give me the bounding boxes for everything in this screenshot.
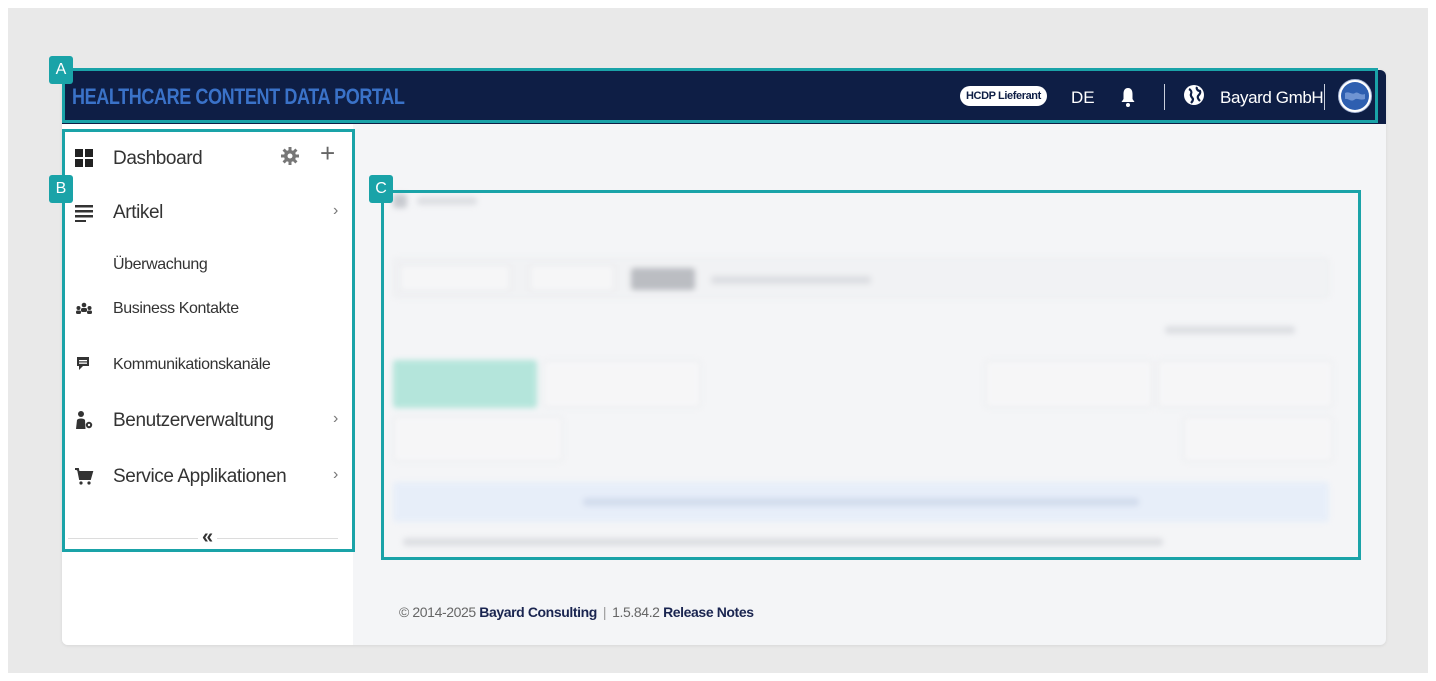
release-notes-link[interactable]: Release Notes	[663, 604, 754, 620]
copyright-text: © 2014-2025	[399, 604, 476, 620]
annotation-box-c	[381, 190, 1361, 560]
annotation-label-c: C	[369, 175, 393, 203]
version-text: 1.5.84.2	[612, 604, 660, 620]
page-footer: © 2014-2025 Bayard Consulting | 1.5.84.2 R…	[399, 604, 754, 620]
annotation-box-b	[62, 129, 355, 552]
company-link[interactable]: Bayard Consulting	[479, 604, 597, 620]
annotation-box-a	[62, 68, 1378, 123]
annotation-label-b: B	[49, 175, 73, 203]
annotation-label-a: A	[49, 56, 73, 84]
footer-separator: |	[602, 604, 607, 620]
